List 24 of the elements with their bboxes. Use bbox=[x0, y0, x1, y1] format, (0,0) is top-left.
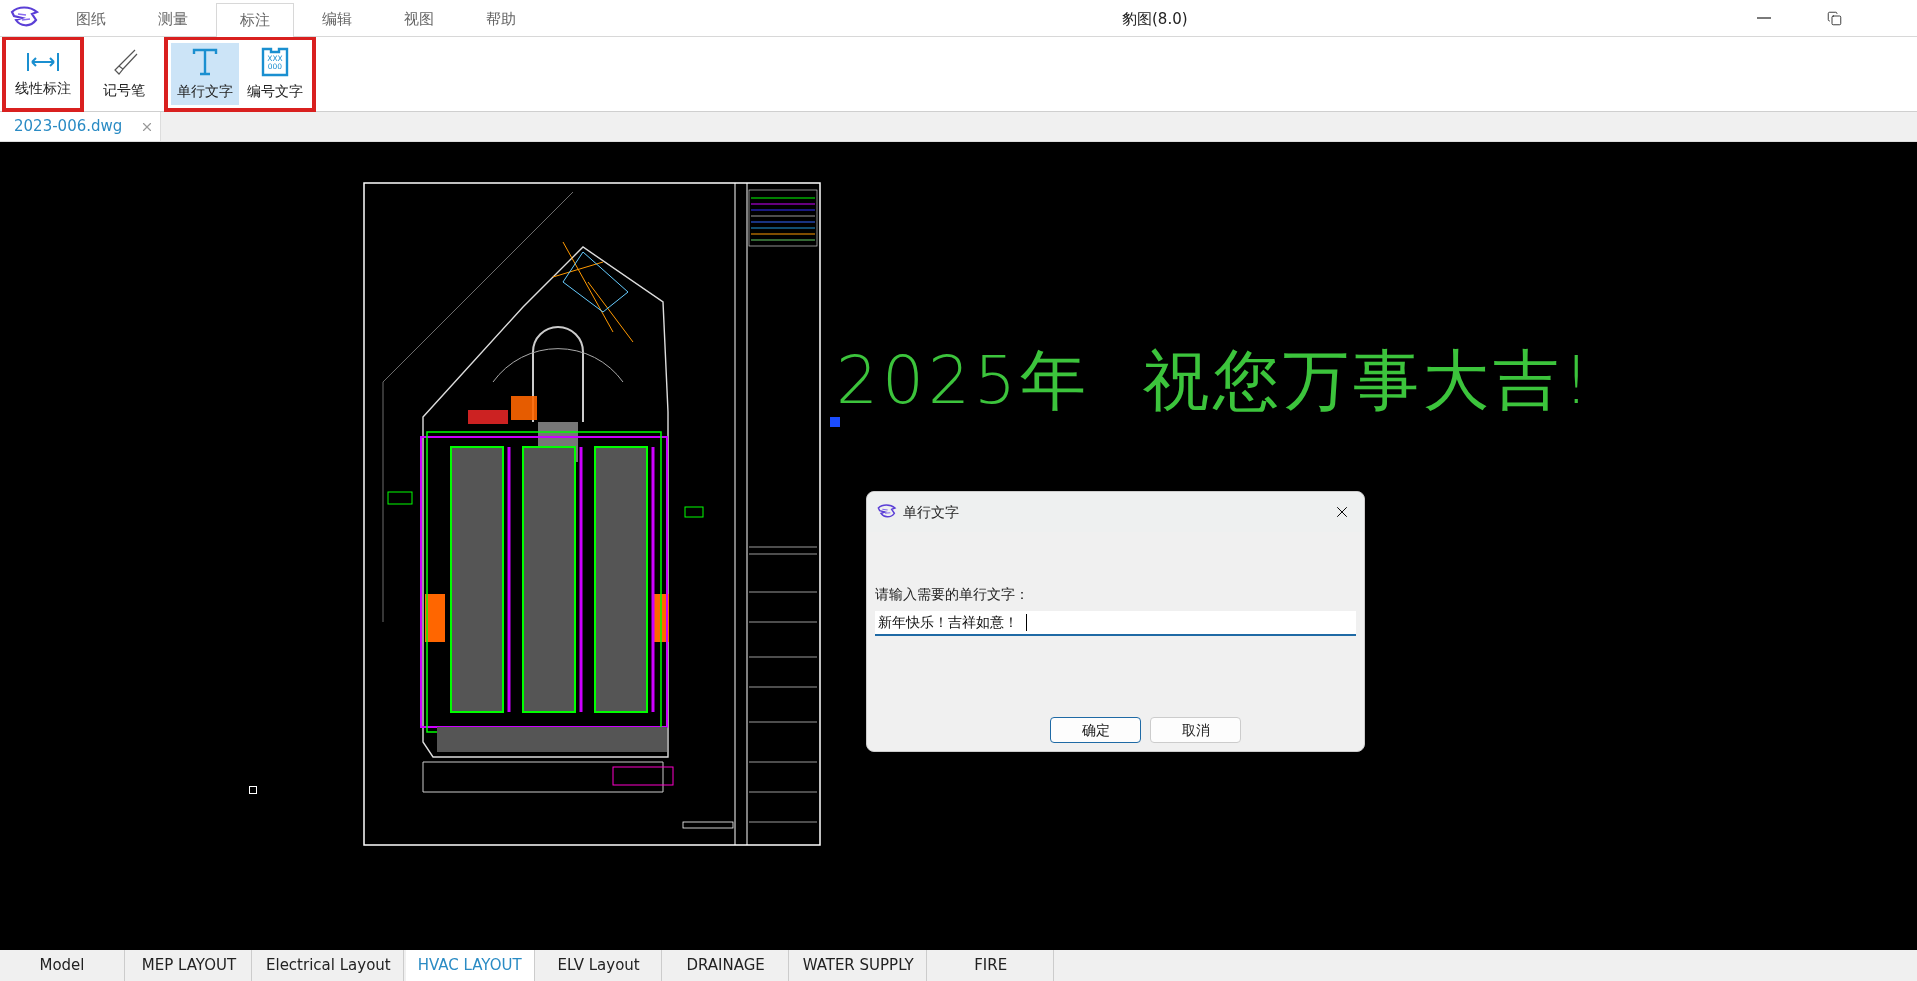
menu-tab[interactable]: 帮助 bbox=[462, 2, 540, 36]
layout-tab[interactable]: HVAC LAYOUT bbox=[405, 950, 535, 981]
text-input-field[interactable]: 新年快乐！吉祥如意！ bbox=[875, 611, 1356, 636]
prompt-label: 请输入需要的单行文字： bbox=[875, 585, 1030, 604]
menu-tab[interactable]: 标注 bbox=[216, 3, 294, 37]
menu-tab[interactable]: 视图 bbox=[380, 2, 458, 36]
dialog-logo-icon bbox=[877, 504, 897, 520]
document-tab[interactable]: 2023-006.dwg bbox=[0, 112, 162, 141]
cursor-marker bbox=[249, 786, 257, 794]
window-title: 豹图(8.0) bbox=[1122, 9, 1188, 30]
menu-tab[interactable]: 编辑 bbox=[298, 2, 376, 36]
canvas-text: 2025年 祝您万事大吉! bbox=[836, 348, 1594, 414]
dialog-button[interactable]: 取消 bbox=[1150, 717, 1241, 743]
toolbar-button[interactable]: 单行文字 bbox=[171, 43, 239, 105]
menu-tab[interactable]: 测量 bbox=[134, 2, 212, 36]
toolbar-button[interactable]: 线性标注 bbox=[9, 43, 77, 105]
minimize-icon bbox=[1757, 17, 1771, 19]
dialog-title: 单行文字 bbox=[903, 502, 959, 522]
dialog-button[interactable]: 确定 bbox=[1050, 717, 1141, 743]
insertion-point-marker bbox=[830, 417, 840, 427]
restore-icon bbox=[1826, 10, 1842, 26]
text-t-icon bbox=[191, 46, 219, 77]
menu-tab[interactable]: 图纸 bbox=[52, 2, 130, 36]
toolbar-button[interactable]: 记号笔 bbox=[93, 43, 155, 105]
